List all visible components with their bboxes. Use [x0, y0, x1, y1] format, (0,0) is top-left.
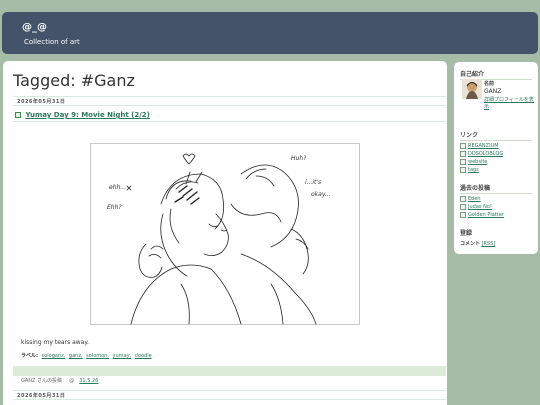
post-date: 2026年05月31日	[17, 99, 66, 105]
comments-label: コメント	[460, 241, 481, 247]
post-permalink[interactable]: 31.5.26	[79, 378, 98, 384]
links-heading: リンク	[460, 130, 532, 141]
profile-name-label: 名前	[484, 81, 495, 87]
view-profile-link[interactable]: 詳細プロフィールを表示	[484, 97, 534, 111]
profile-name: GANZ	[484, 88, 502, 95]
label-link-yumay[interactable]: yumay,	[113, 353, 132, 359]
links-list: REGANZIUM DDSOLOBLOG website tags	[460, 142, 503, 174]
sketch-text-1: ehh...	[109, 184, 126, 191]
link-website[interactable]: website	[468, 159, 487, 165]
sketch-text-4: i...it's	[305, 179, 321, 186]
list-item[interactable]: website	[460, 158, 503, 166]
post-title-link[interactable]: Yumay Day 9: Movie Night (2/2)	[25, 111, 149, 119]
link-tags[interactable]: tags	[468, 167, 479, 173]
post-labels: ラベル: sologanz, ganz, solomon, yumay, doo…	[21, 352, 152, 359]
post-date-header: 2026年05月31日	[13, 96, 446, 106]
list-item[interactable]: REGANZIUM	[460, 142, 503, 150]
avatar[interactable]	[462, 79, 482, 99]
list-item[interactable]: tags	[460, 166, 503, 174]
sidebar: 自己紹介 名前 GANZ 詳細プロフィールを表示 リンク REGANZIUM D…	[454, 62, 538, 254]
main-content: Tagged: #Ganz 2026年05月31日 Yumay Day 9: M…	[3, 61, 447, 405]
blog-header: @_@ Collection of art	[2, 12, 538, 54]
label-link-ganz[interactable]: ganz,	[69, 353, 83, 359]
sketch-text-5: okay...	[311, 191, 331, 198]
label-link-doodle[interactable]: doodle	[135, 353, 152, 359]
rss-link[interactable]: [RSS]	[482, 241, 496, 247]
post-date-2: 2026年05月31日	[17, 393, 66, 399]
post-bullet-icon	[15, 112, 21, 118]
archive-link-judas[interactable]: Judas No!	[468, 204, 492, 210]
post-caption: kissing my tears away.	[21, 339, 89, 346]
post-footer: GANZ さんの投稿 @ 31.5.26	[13, 366, 446, 384]
label-link-solomon[interactable]: solomon,	[86, 353, 109, 359]
subscribe-heading: 登録	[460, 230, 473, 237]
post-date-header-2: 2026年05月31日	[13, 390, 446, 400]
post-image[interactable]: ehh... Ehh? Huh? i...it's okay...	[90, 143, 360, 325]
archive-link-eden[interactable]: Eden	[468, 196, 481, 202]
list-item[interactable]: DDSOLOBLOG	[460, 150, 503, 158]
sketch-illustration: ehh... Ehh? Huh? i...it's okay...	[107, 153, 331, 325]
post-author-sep: @	[69, 378, 75, 384]
page-title: Tagged: #Ganz	[13, 71, 135, 90]
archive-list: Eden Judas No! Golden Platter	[460, 195, 504, 219]
link-reganzium[interactable]: REGANZIUM	[468, 143, 499, 149]
sketch-text-2: Ehh?	[107, 204, 122, 211]
blog-title[interactable]: @_@	[22, 22, 47, 33]
label-link-sologanz[interactable]: sologanz,	[42, 353, 66, 359]
sketch-text-3: Huh?	[291, 155, 307, 162]
post-title-bar: Yumay Day 9: Movie Night (2/2)	[13, 109, 446, 122]
subscribe-comments: コメント [RSS]	[460, 240, 495, 247]
blog-description: Collection of art	[24, 38, 80, 46]
list-item[interactable]: Eden	[460, 195, 504, 203]
link-ddsoloblog[interactable]: DDSOLOBLOG	[468, 151, 503, 157]
list-item[interactable]: Judas No!	[460, 203, 504, 211]
list-item[interactable]: Golden Platter	[460, 211, 504, 219]
archive-heading: 過去の投稿	[460, 183, 532, 194]
labels-prefix: ラベル:	[21, 353, 38, 359]
archive-link-golden-platter[interactable]: Golden Platter	[468, 212, 504, 218]
post-author: GANZ さんの投稿	[21, 378, 63, 384]
